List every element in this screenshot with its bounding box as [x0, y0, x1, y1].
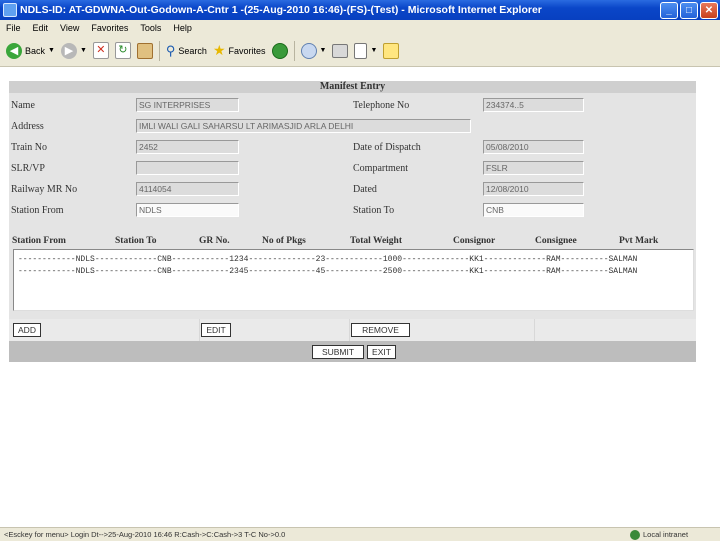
back-arrow-icon: ◀ [6, 42, 22, 59]
address-field[interactable]: IMLI WALI GALI SAHARSU LT ARIMASJID ARLA… [136, 119, 471, 133]
action-row: ADD EDIT REMOVE [9, 319, 696, 341]
compartment-field[interactable]: FSLR [483, 161, 584, 175]
slr-vp-label: SLR/VP [11, 163, 45, 174]
intranet-icon [630, 529, 640, 540]
forward-button[interactable]: ▶ ▼ [60, 42, 87, 59]
manifest-list[interactable]: ------------NDLS-------------CNB--------… [13, 249, 694, 311]
station-to-label: Station To [353, 205, 395, 216]
exit-button[interactable]: EXIT [367, 345, 396, 359]
toolbar-separator [158, 40, 160, 61]
add-button[interactable]: ADD [13, 323, 41, 337]
train-no-label: Train No [11, 142, 48, 153]
dropdown-arrow-icon: ▼ [319, 47, 327, 54]
edit-page-button[interactable]: ▼ [354, 42, 378, 59]
favorites-button[interactable]: ★ Favorites [213, 42, 266, 59]
col-station-to: Station To [115, 236, 157, 246]
col-gr-no: GR No. [199, 236, 230, 246]
remove-button[interactable]: REMOVE [351, 323, 410, 337]
print-button[interactable] [332, 43, 349, 58]
manifest-form: Manifest Entry Name SG INTERPRISES Telep… [9, 81, 696, 362]
home-icon [136, 42, 153, 59]
railway-mr-field[interactable]: 4114054 [136, 182, 239, 196]
list-item[interactable]: ------------NDLS-------------CNB--------… [14, 266, 693, 278]
dropdown-arrow-icon: ▼ [370, 47, 378, 54]
star-icon: ★ [212, 42, 226, 58]
history-button[interactable] [271, 42, 288, 59]
back-button[interactable]: ◀ Back ▼ [6, 42, 55, 59]
station-from-field[interactable]: NDLS [136, 203, 239, 217]
zone-label: Local intranet [643, 530, 689, 539]
col-no-of-pkgs: No of Pkgs [262, 236, 306, 246]
note-icon [383, 42, 400, 59]
date-dispatch-field[interactable]: 05/08/2010 [483, 140, 584, 154]
menu-help[interactable]: Help [173, 23, 192, 33]
security-zone: Local intranet [630, 529, 720, 540]
status-text: <Esckey for menu> Login Dt-->25-Aug-2010… [4, 530, 286, 539]
search-label: Search [178, 45, 207, 56]
col-total-weight: Total Weight [350, 236, 402, 246]
search-button[interactable]: ⚲ Search [166, 43, 207, 59]
maximize-button[interactable]: □ [680, 1, 698, 19]
menu-file[interactable]: File [6, 23, 21, 33]
form-footer: SUBMIT EXIT [9, 341, 696, 362]
minimize-button[interactable]: _ [660, 1, 678, 19]
discuss-button[interactable] [383, 42, 400, 59]
menu-view[interactable]: View [60, 23, 79, 33]
list-item[interactable]: ------------NDLS-------------CNB--------… [14, 254, 693, 266]
history-icon [271, 42, 288, 59]
address-label: Address [11, 121, 44, 132]
back-label: Back [25, 45, 46, 56]
submit-button[interactable]: SUBMIT [312, 345, 364, 359]
dropdown-arrow-icon: ▼ [79, 47, 87, 54]
home-button[interactable] [136, 42, 153, 59]
train-no-field[interactable]: 2452 [136, 140, 239, 154]
col-consignee: Consignee [535, 236, 577, 246]
dated-label: Dated [353, 184, 377, 195]
telephone-field[interactable]: 234374..5 [483, 98, 584, 112]
col-consignor: Consignor [453, 236, 496, 246]
mail-button[interactable]: ▼ [300, 42, 327, 59]
dated-field[interactable]: 12/08/2010 [483, 182, 584, 196]
status-bar: <Esckey for menu> Login Dt-->25-Aug-2010… [0, 527, 720, 541]
menu-tools[interactable]: Tools [140, 23, 161, 33]
name-field[interactable]: SG INTERPRISES [136, 98, 239, 112]
printer-icon [332, 43, 349, 58]
menu-bar: File Edit View Favorites Tools Help [0, 20, 720, 35]
title-bar: NDLS-ID: AT-GDWNA-Out-Godown-A-Cntr 1 -(… [0, 0, 720, 20]
stop-button[interactable]: ✕ [92, 42, 109, 59]
station-to-field[interactable]: CNB [483, 203, 584, 217]
menu-edit[interactable]: Edit [33, 23, 49, 33]
telephone-label: Telephone No [353, 100, 410, 111]
compartment-label: Compartment [353, 163, 408, 174]
close-button[interactable]: ✕ [700, 1, 718, 19]
station-from-label: Station From [11, 205, 64, 216]
date-dispatch-label: Date of Dispatch [353, 142, 421, 153]
col-station-from: Station From [12, 236, 66, 246]
form-header: Manifest Entry [9, 81, 696, 93]
slr-vp-field[interactable] [136, 161, 239, 175]
refresh-button[interactable]: ↻ [114, 42, 131, 59]
edit-button[interactable]: EDIT [201, 323, 231, 337]
forward-arrow-icon: ▶ [60, 42, 77, 59]
toolbar: ◀ Back ▼ ▶ ▼ ✕ ↻ ⚲ Search ★ Favorites ▼ … [0, 35, 720, 67]
favorites-label: Favorites [228, 45, 266, 56]
mail-icon [300, 42, 317, 59]
stop-icon: ✕ [92, 42, 109, 59]
window-title: NDLS-ID: AT-GDWNA-Out-Godown-A-Cntr 1 -(… [20, 4, 542, 16]
col-pvt-mark: Pvt Mark [619, 236, 659, 246]
search-icon: ⚲ [165, 42, 176, 58]
refresh-icon: ↻ [114, 42, 131, 59]
toolbar-separator [293, 40, 295, 61]
railway-mr-label: Railway MR No [11, 184, 78, 195]
ie-app-icon [3, 3, 17, 17]
dropdown-arrow-icon: ▼ [48, 47, 55, 54]
document-icon [354, 42, 368, 59]
page-content: Manifest Entry Name SG INTERPRISES Telep… [0, 67, 720, 527]
menu-favorites[interactable]: Favorites [91, 23, 128, 33]
name-label: Name [11, 100, 35, 111]
